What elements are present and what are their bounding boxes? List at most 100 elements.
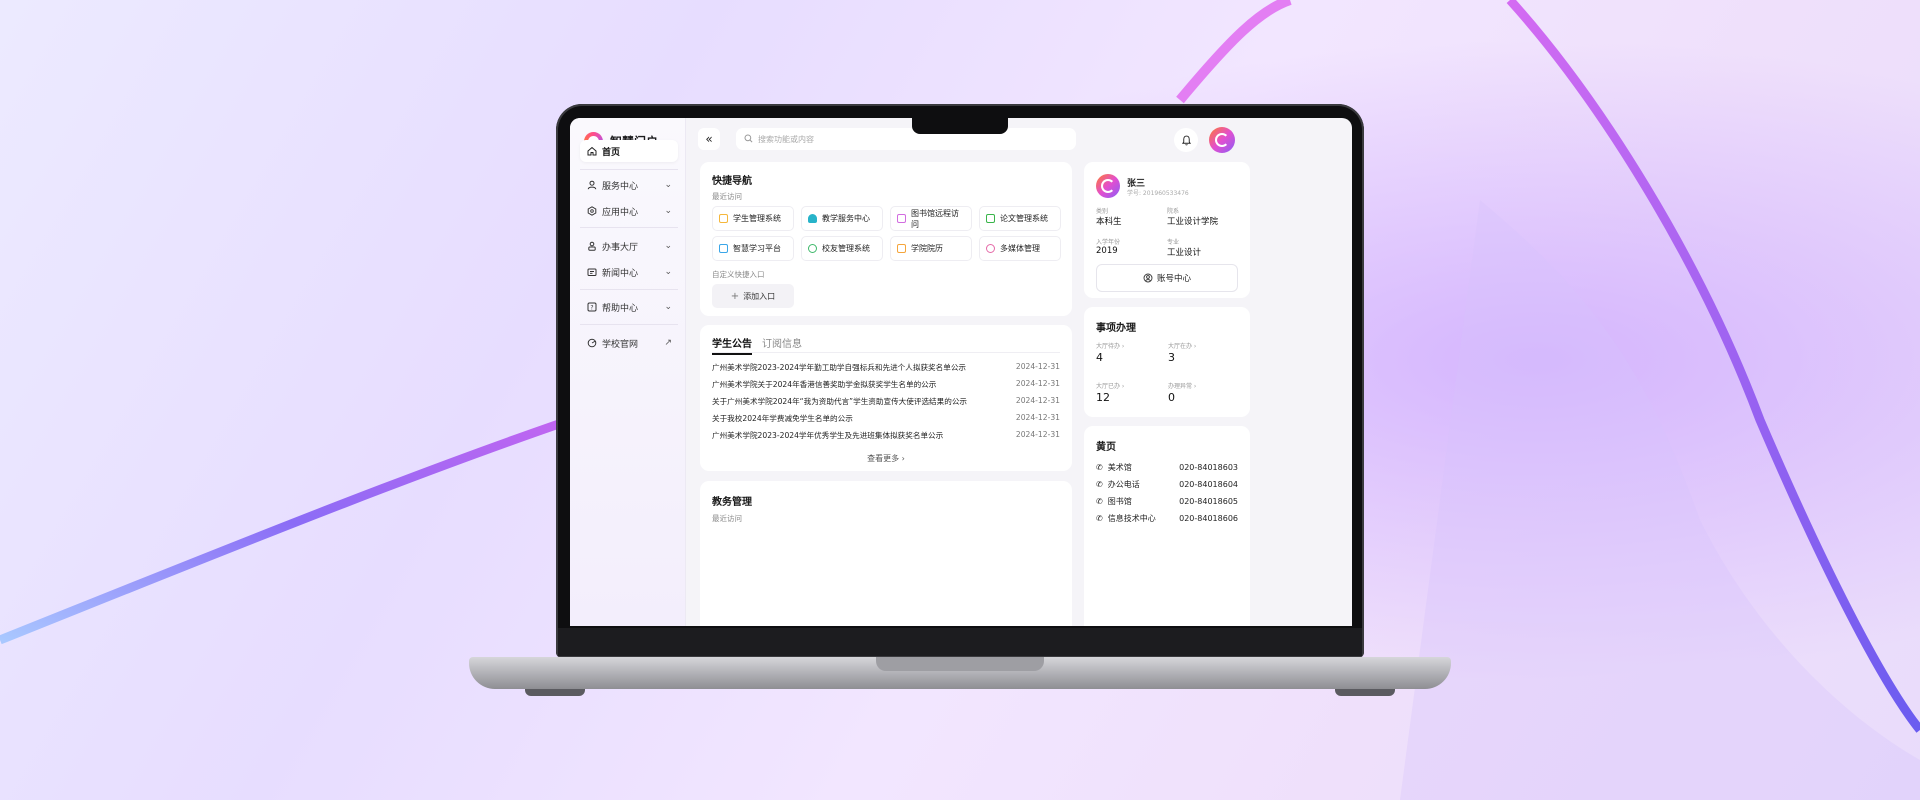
phone-icon: ✆ [1096, 462, 1103, 472]
sidebar-item-affairs-hall[interactable]: 办事大厅 ⌄ [580, 235, 678, 257]
media-icon [986, 244, 995, 253]
sidebar-item-news-center[interactable]: 新闻中心 ⌄ [580, 261, 678, 283]
users-icon [808, 244, 817, 253]
stat-value: 0 [1168, 391, 1175, 404]
sidebar-divider [580, 169, 678, 170]
phone-icon: ✆ [1096, 496, 1103, 506]
quick-item-label: 论文管理系统 [1000, 214, 1048, 223]
chevron-down-icon: ⌄ [664, 241, 672, 251]
stat-done-link[interactable]: 大厅已办 › [1096, 381, 1124, 390]
avatar-logo-icon [1101, 179, 1115, 193]
person-icon [586, 241, 597, 252]
add-entry-label: 添加入口 [743, 291, 776, 301]
collapse-sidebar-button[interactable]: « [698, 128, 720, 150]
quick-item-label: 学院院历 [911, 244, 943, 253]
notices-card: 学生公告 订阅信息 广州美术学院2023-2024学年勤工助学自强标兵和先进个人… [700, 325, 1072, 471]
quick-item-label: 智慧学习平台 [733, 244, 781, 253]
stat-label: 大厅在办 [1168, 343, 1193, 350]
quick-item-thesis-management[interactable]: 论文管理系统 [979, 206, 1061, 231]
quick-item-teaching-service[interactable]: 教学服务中心 [801, 206, 883, 231]
contact-phone: 020-84018604 [1179, 479, 1238, 489]
chevron-down-icon: ⌄ [664, 180, 672, 190]
notice-row[interactable]: 广州美术学院2023-2024学年优秀学生及先进班集体拟获奖名单公示 2024-… [712, 430, 1060, 444]
svg-text:?: ? [590, 305, 593, 312]
yellow-page-row[interactable]: ✆ 办公电话 020-84018604 [1096, 477, 1238, 491]
quick-item-college-calendar[interactable]: 学院院历 [890, 236, 972, 261]
stat-inprogress-link[interactable]: 大厅在办 › [1168, 341, 1196, 350]
quick-item-alumni-management[interactable]: 校友管理系统 [801, 236, 883, 261]
quick-item-label: 多媒体管理 [1000, 244, 1040, 253]
window-icon [719, 214, 728, 223]
yellow-page-row[interactable]: ✆ 图书馆 020-84018605 [1096, 494, 1238, 508]
notice-title: 关于我校2024年学费减免学生名单的公示 [712, 414, 853, 423]
contact-name: 办公电话 [1107, 479, 1140, 489]
avatar-logo-icon [1215, 133, 1229, 147]
stat-value: 12 [1096, 391, 1110, 404]
account-center-label: 账号中心 [1156, 274, 1191, 284]
search-icon [744, 133, 753, 145]
bell-icon [1181, 135, 1191, 145]
quick-item-student-management[interactable]: 学生管理系统 [712, 206, 794, 231]
account-center-button[interactable]: 账号中心 [1096, 264, 1238, 292]
sidebar-divider [580, 324, 678, 325]
notice-row[interactable]: 关于广州美术学院2024年“我为资助代言”学生资助宣传大使评选结果的公示 202… [712, 396, 1060, 410]
search-input[interactable]: 搜索功能或内容 [736, 128, 1076, 150]
contact-phone: 020-84018606 [1179, 513, 1238, 523]
field-value: 本科生 [1096, 217, 1122, 227]
view-more-link[interactable]: 查看更多 › [700, 453, 1072, 464]
notice-title: 广州美术学院关于2024年香港信善奖助学金拟获奖学生名单的公示 [712, 380, 937, 389]
notice-row[interactable]: 广州美术学院关于2024年香港信善奖助学金拟获奖学生名单的公示 2024-12-… [712, 379, 1060, 393]
yellow-page-row[interactable]: ✆ 信息技术中心 020-84018606 [1096, 511, 1238, 525]
yellow-pages-title: 黄页 [1096, 442, 1116, 453]
notice-date: 2024-12-31 [1015, 379, 1060, 388]
laptop-base-notch [876, 657, 1044, 671]
app-screen: 智慧门户 首页 服务中心 ⌄ 应用中心 ⌄ [570, 118, 1352, 626]
laptop-foot-right [1335, 689, 1395, 696]
contact-phone: 020-84018605 [1179, 496, 1238, 506]
newspaper-icon [586, 267, 597, 278]
notice-date: 2024-12-31 [1015, 413, 1060, 422]
stat-exception-link[interactable]: 办理异常 › [1168, 381, 1196, 390]
sidebar-item-school-website[interactable]: 学校官网 ↗ [580, 332, 678, 354]
add-entry-button[interactable]: + 添加入口 [712, 284, 794, 308]
recent-visits-label: 最近访问 [712, 192, 742, 201]
quick-item-multimedia[interactable]: 多媒体管理 [979, 236, 1061, 261]
quick-item-smart-learning[interactable]: 智慧学习平台 [712, 236, 794, 261]
stat-label: 办理异常 [1168, 383, 1193, 390]
notice-row[interactable]: 广州美术学院2023-2024学年勤工助学自强标兵和先进个人拟获奖名单公示 20… [712, 362, 1060, 376]
sidebar-divider [580, 227, 678, 228]
stat-todo-link[interactable]: 大厅待办 › [1096, 341, 1124, 350]
document-icon [986, 214, 995, 223]
notice-date: 2024-12-31 [1015, 362, 1060, 371]
yellow-page-row[interactable]: ✆ 美术馆 020-84018603 [1096, 460, 1238, 474]
camera-notch [912, 117, 1008, 134]
search-placeholder: 搜索功能或内容 [758, 134, 814, 144]
sidebar-item-help-center[interactable]: ? 帮助中心 ⌄ [580, 296, 678, 318]
external-link-icon: ↗ [664, 338, 672, 348]
academic-recent-label: 最近访问 [712, 514, 742, 523]
profile-avatar [1096, 174, 1120, 198]
plus-icon: + [730, 290, 740, 302]
help-icon: ? [586, 302, 597, 313]
chevron-down-icon: ⌄ [664, 206, 672, 216]
phone-icon: ✆ [1096, 479, 1103, 489]
notice-row[interactable]: 关于我校2024年学费减免学生名单的公示 2024-12-31 [712, 413, 1060, 427]
notification-button[interactable] [1174, 128, 1198, 152]
field-value: 工业设计学院 [1167, 217, 1219, 227]
field-key: 类别 [1096, 208, 1109, 215]
quick-item-library-remote[interactable]: 图书馆远程访问 [890, 206, 972, 231]
quick-nav-title: 快捷导航 [712, 176, 752, 187]
academic-title: 教务管理 [712, 497, 752, 508]
chevron-down-icon: ⌄ [664, 302, 672, 312]
sidebar-item-label: 学校官网 [602, 339, 639, 350]
field-key: 专业 [1167, 239, 1180, 246]
field-key: 院系 [1167, 208, 1180, 215]
sidebar-item-label: 服务中心 [602, 181, 639, 192]
laptop-foot-left [525, 689, 585, 696]
user-avatar[interactable] [1209, 127, 1235, 153]
sidebar-item-service-center[interactable]: 服务中心 ⌄ [580, 174, 678, 196]
stat-value: 3 [1168, 351, 1175, 364]
book-icon [897, 214, 906, 223]
sidebar-item-home[interactable]: 首页 [580, 140, 678, 162]
sidebar-item-app-center[interactable]: 应用中心 ⌄ [580, 200, 678, 222]
